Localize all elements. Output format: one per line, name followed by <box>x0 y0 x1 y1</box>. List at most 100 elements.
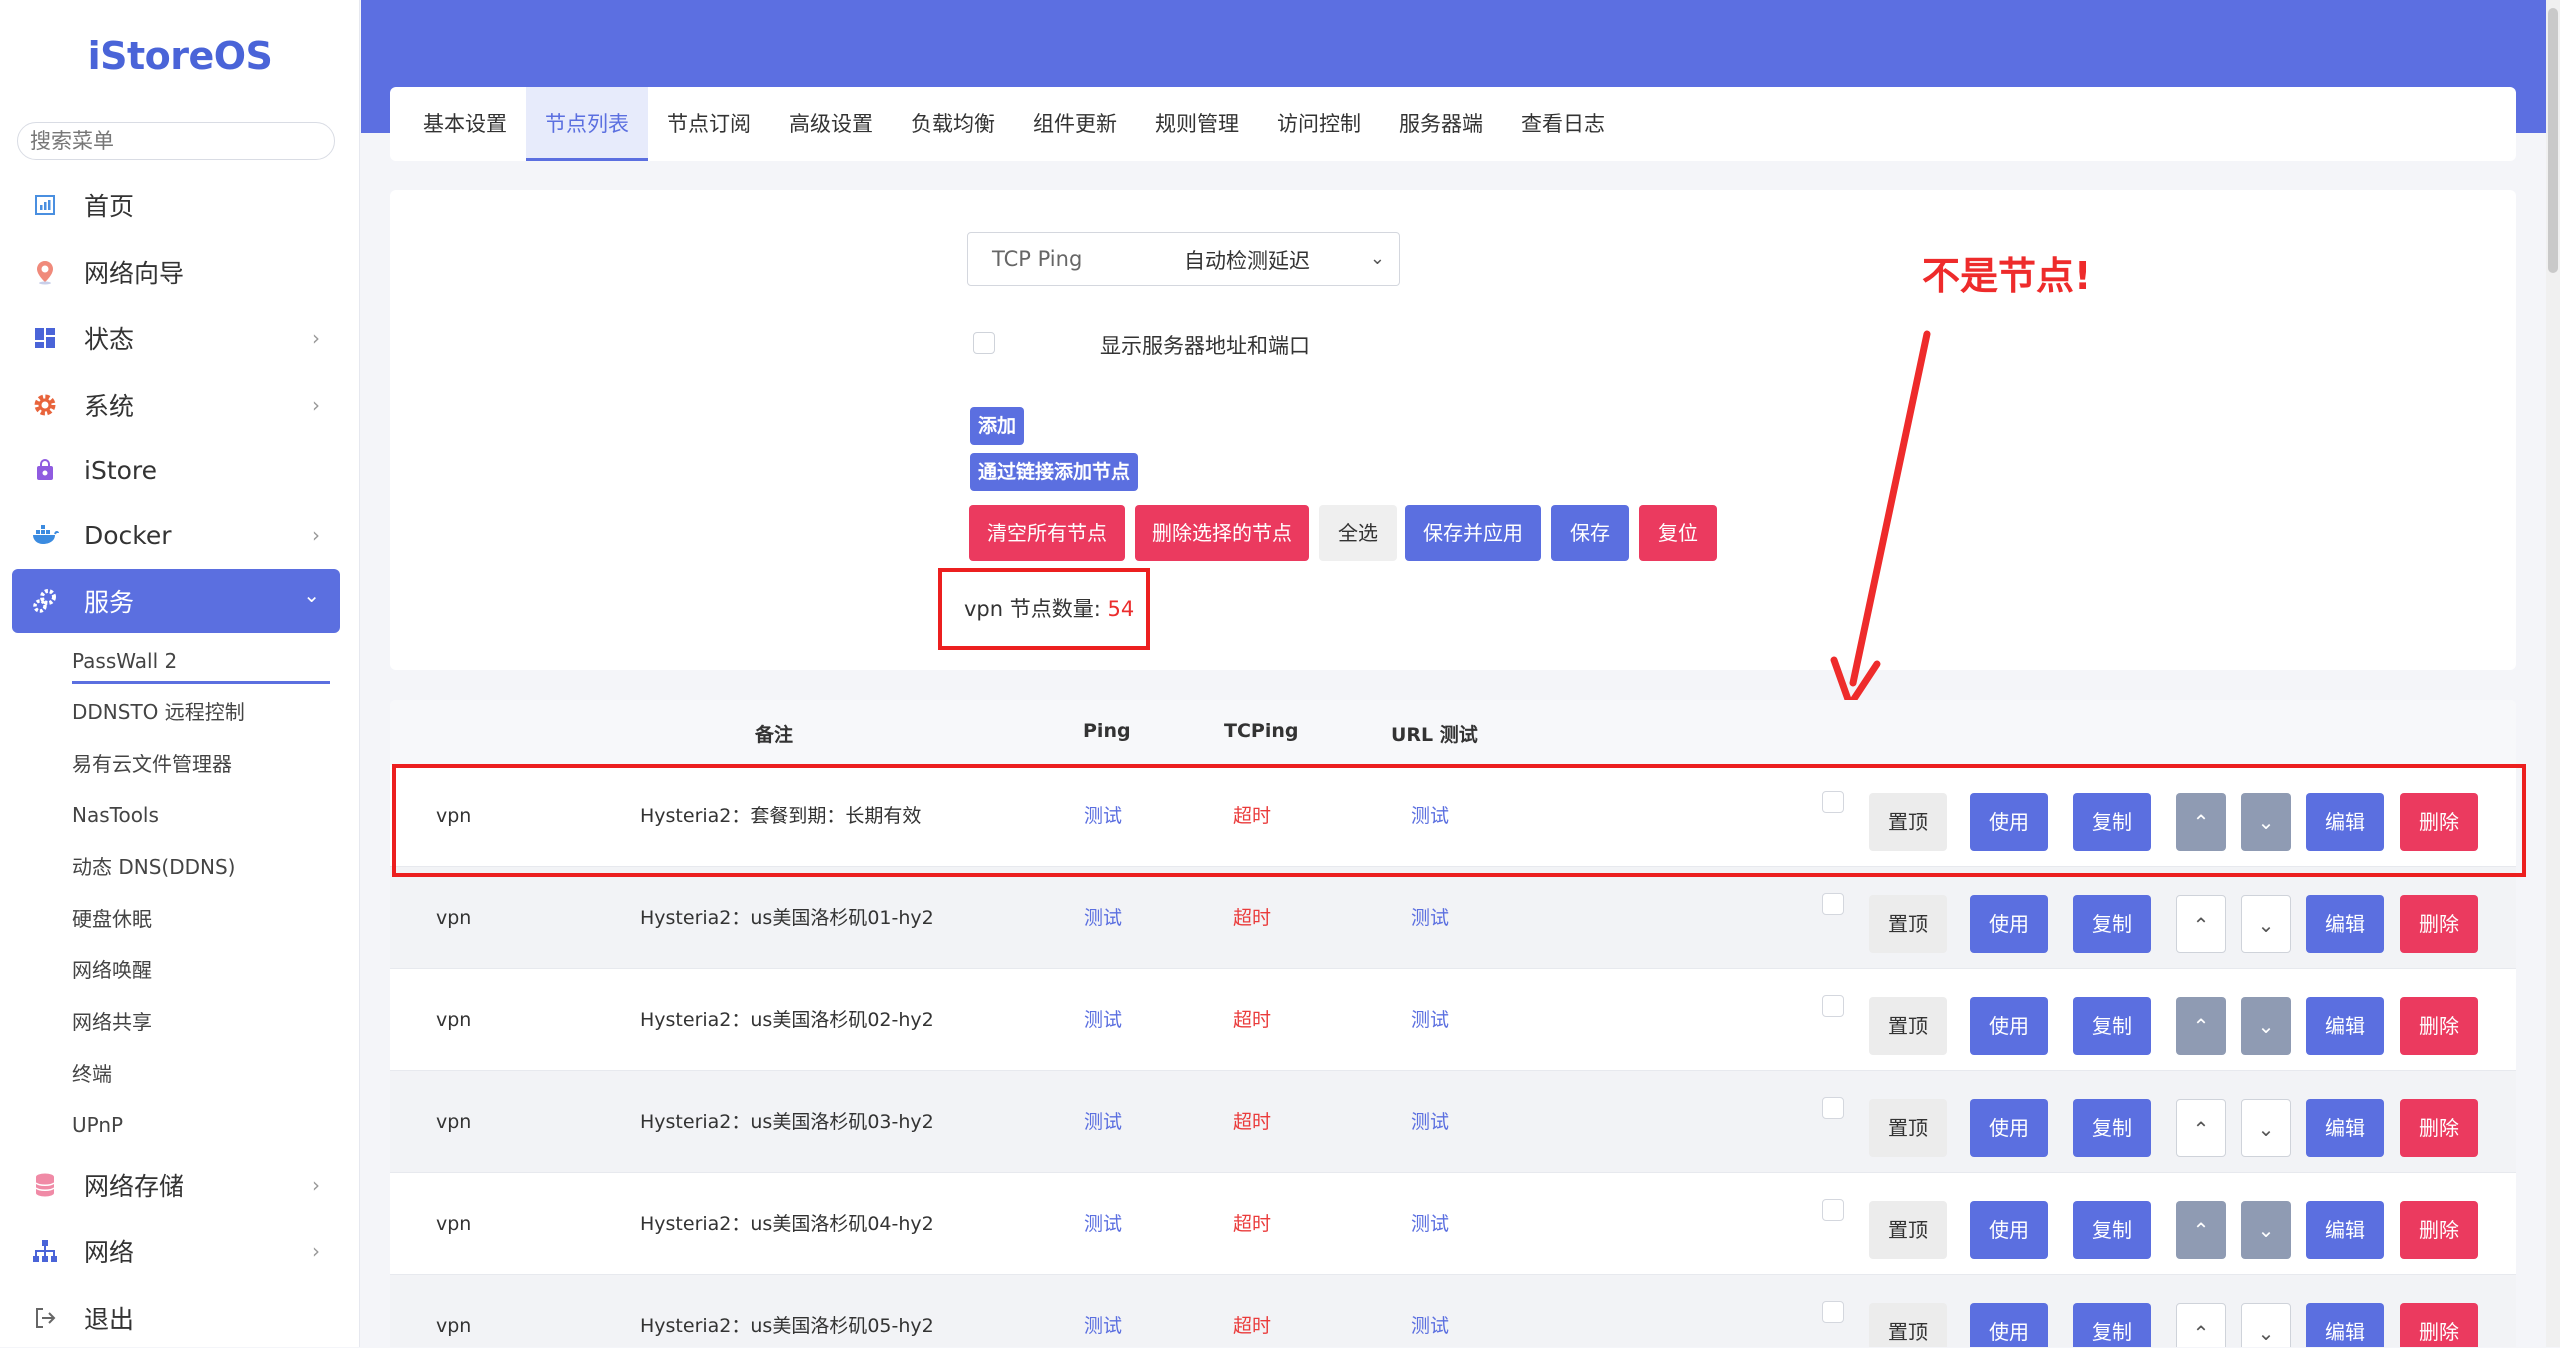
row-select-checkbox[interactable] <box>1822 1097 1844 1119</box>
row-ping-test-link[interactable]: 测试 <box>1084 867 1122 969</box>
sidebar-item-home[interactable]: 首页 <box>12 175 340 235</box>
row-url-test-link[interactable]: 测试 <box>1411 1071 1449 1173</box>
row-ping-test-link[interactable]: 测试 <box>1084 969 1122 1071</box>
row-pin-top-button[interactable]: 置顶 <box>1869 793 1947 851</box>
sidebar-item-network[interactable]: 网络 › <box>12 1221 340 1281</box>
sub-item-ddns[interactable]: 动态 DNS(DDNS) <box>72 847 235 887</box>
row-edit-button[interactable]: 编辑 <box>2306 1099 2384 1157</box>
row-use-button[interactable]: 使用 <box>1970 997 2048 1055</box>
row-delete-button[interactable]: 删除 <box>2400 1201 2478 1259</box>
row-move-down-button[interactable]: ⌄ <box>2241 1303 2291 1347</box>
save-apply-button[interactable]: 保存并应用 <box>1405 505 1541 561</box>
sidebar-item-services[interactable]: 服务 ⌄ <box>12 569 340 633</box>
tab-node-list[interactable]: 节点列表 <box>526 87 648 161</box>
row-select-checkbox[interactable] <box>1822 1301 1844 1323</box>
sub-item-disk-sleep[interactable]: 硬盘休眠 <box>72 899 152 939</box>
row-delete-button[interactable]: 删除 <box>2400 997 2478 1055</box>
search-menu-input[interactable] <box>17 122 335 160</box>
add-button[interactable]: 添加 <box>970 407 1025 445</box>
scrollbar-thumb[interactable] <box>2548 8 2558 273</box>
sidebar-item-status[interactable]: 状态 › <box>12 308 340 368</box>
sidebar-item-system[interactable]: 系统 › <box>12 375 340 435</box>
row-edit-button[interactable]: 编辑 <box>2306 1303 2384 1347</box>
row-url-test-link[interactable]: 测试 <box>1411 867 1449 969</box>
sub-item-network-share[interactable]: 网络共享 <box>72 1002 152 1042</box>
row-edit-button[interactable]: 编辑 <box>2306 1201 2384 1259</box>
tab-node-subscription[interactable]: 节点订阅 <box>648 87 770 161</box>
sidebar-item-logout[interactable]: 退出 <box>12 1288 340 1348</box>
row-pin-top-button[interactable]: 置顶 <box>1869 1303 1947 1347</box>
sub-item-linkease[interactable]: 易有云文件管理器 <box>72 744 232 784</box>
auto-latency-select[interactable]: TCP Ping ⌄ <box>967 232 1400 286</box>
row-delete-button[interactable]: 删除 <box>2400 1303 2478 1347</box>
row-move-up-button[interactable]: ⌃ <box>2176 997 2226 1055</box>
row-pin-top-button[interactable]: 置顶 <box>1869 997 1947 1055</box>
sub-item-nastools[interactable]: NasTools <box>72 795 159 835</box>
tab-access-control[interactable]: 访问控制 <box>1258 87 1380 161</box>
tab-basic-settings[interactable]: 基本设置 <box>404 87 526 161</box>
tab-server-side[interactable]: 服务器端 <box>1380 87 1502 161</box>
row-select-checkbox[interactable] <box>1822 893 1844 915</box>
row-select-checkbox[interactable] <box>1822 995 1844 1017</box>
row-copy-button[interactable]: 复制 <box>2073 793 2151 851</box>
row-move-up-button[interactable]: ⌃ <box>2176 1201 2226 1259</box>
row-select-checkbox[interactable] <box>1822 1199 1844 1221</box>
row-copy-button[interactable]: 复制 <box>2073 1303 2151 1347</box>
row-url-test-link[interactable]: 测试 <box>1411 969 1449 1071</box>
sidebar-item-docker[interactable]: Docker › <box>12 505 340 565</box>
row-copy-button[interactable]: 复制 <box>2073 997 2151 1055</box>
row-edit-button[interactable]: 编辑 <box>2306 997 2384 1055</box>
row-ping-test-link[interactable]: 测试 <box>1084 1275 1122 1347</box>
row-use-button[interactable]: 使用 <box>1970 1303 2048 1347</box>
row-copy-button[interactable]: 复制 <box>2073 895 2151 953</box>
row-move-down-button[interactable]: ⌄ <box>2241 1201 2291 1259</box>
sidebar-item-network-wizard[interactable]: 网络向导 <box>12 242 340 302</box>
row-move-down-button[interactable]: ⌄ <box>2241 793 2291 851</box>
row-pin-top-button[interactable]: 置顶 <box>1869 1099 1947 1157</box>
row-use-button[interactable]: 使用 <box>1970 793 2048 851</box>
row-ping-test-link[interactable]: 测试 <box>1084 1071 1122 1173</box>
row-url-test-link[interactable]: 测试 <box>1411 1275 1449 1347</box>
sub-item-wol[interactable]: 网络唤醒 <box>72 950 152 990</box>
sidebar-item-istore[interactable]: iStore <box>12 440 340 500</box>
row-use-button[interactable]: 使用 <box>1970 1099 2048 1157</box>
sidebar-item-nas[interactable]: 网络存储 › <box>12 1155 340 1215</box>
row-use-button[interactable]: 使用 <box>1970 1201 2048 1259</box>
tab-view-log[interactable]: 查看日志 <box>1502 87 1624 161</box>
row-move-up-button[interactable]: ⌃ <box>2176 793 2226 851</box>
sub-item-terminal[interactable]: 终端 <box>72 1054 112 1094</box>
row-edit-button[interactable]: 编辑 <box>2306 895 2384 953</box>
row-delete-button[interactable]: 删除 <box>2400 1099 2478 1157</box>
sub-item-passwall2[interactable]: PassWall 2 <box>72 641 177 681</box>
row-delete-button[interactable]: 删除 <box>2400 793 2478 851</box>
sub-item-ddnsto[interactable]: DDNSTO 远程控制 <box>72 692 245 732</box>
row-select-checkbox[interactable] <box>1822 791 1844 813</box>
row-edit-button[interactable]: 编辑 <box>2306 793 2384 851</box>
clear-all-nodes-button[interactable]: 清空所有节点 <box>969 505 1125 561</box>
row-move-down-button[interactable]: ⌄ <box>2241 1099 2291 1157</box>
row-move-up-button[interactable]: ⌃ <box>2176 895 2226 953</box>
row-move-down-button[interactable]: ⌄ <box>2241 997 2291 1055</box>
show-addr-checkbox[interactable] <box>973 332 995 354</box>
select-all-button[interactable]: 全选 <box>1319 505 1397 561</box>
reset-button[interactable]: 复位 <box>1639 505 1717 561</box>
row-pin-top-button[interactable]: 置顶 <box>1869 1201 1947 1259</box>
sub-item-upnp[interactable]: UPnP <box>72 1105 123 1145</box>
row-use-button[interactable]: 使用 <box>1970 895 2048 953</box>
row-ping-test-link[interactable]: 测试 <box>1084 765 1122 867</box>
row-url-test-link[interactable]: 测试 <box>1411 765 1449 867</box>
row-delete-button[interactable]: 删除 <box>2400 895 2478 953</box>
tab-load-balance[interactable]: 负载均衡 <box>892 87 1014 161</box>
tab-rule-management[interactable]: 规则管理 <box>1136 87 1258 161</box>
row-copy-button[interactable]: 复制 <box>2073 1099 2151 1157</box>
tab-component-update[interactable]: 组件更新 <box>1014 87 1136 161</box>
row-copy-button[interactable]: 复制 <box>2073 1201 2151 1259</box>
add-by-link-button[interactable]: 通过链接添加节点 <box>970 453 1139 491</box>
row-move-up-button[interactable]: ⌃ <box>2176 1099 2226 1157</box>
delete-selected-nodes-button[interactable]: 删除选择的节点 <box>1135 505 1309 561</box>
row-move-down-button[interactable]: ⌄ <box>2241 895 2291 953</box>
row-ping-test-link[interactable]: 测试 <box>1084 1173 1122 1275</box>
row-url-test-link[interactable]: 测试 <box>1411 1173 1449 1275</box>
row-move-up-button[interactable]: ⌃ <box>2176 1303 2226 1347</box>
save-button[interactable]: 保存 <box>1551 505 1629 561</box>
